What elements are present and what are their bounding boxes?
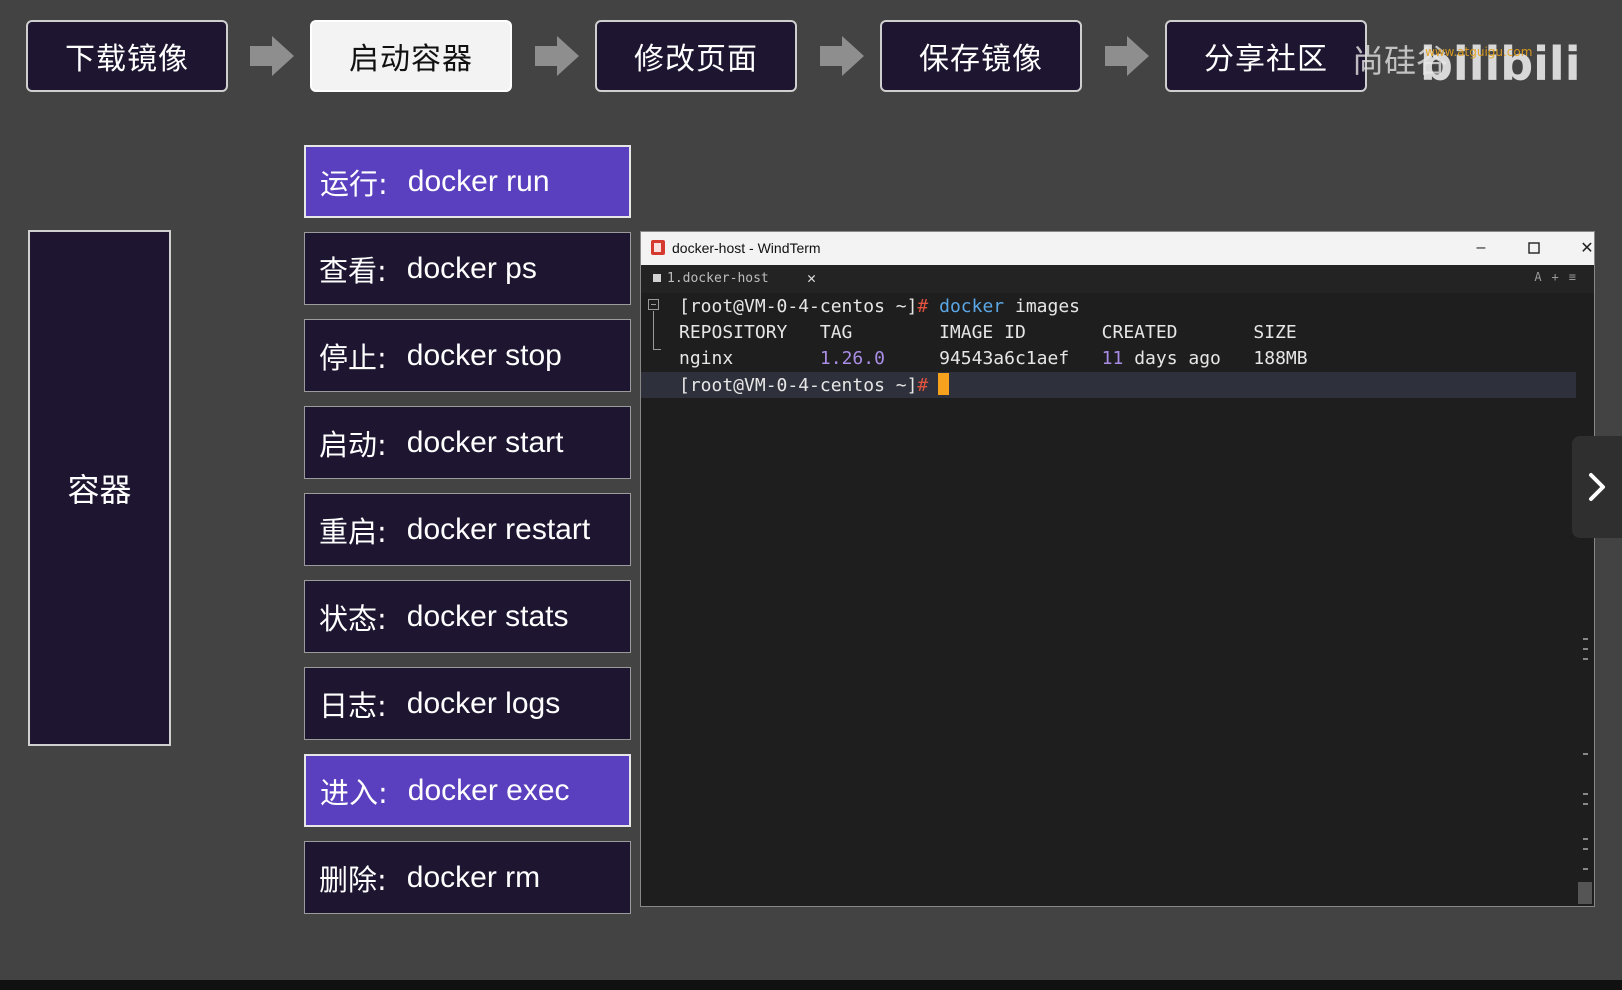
step-modify-page: 修改页面 [595, 20, 797, 92]
scroll-mark [1583, 868, 1588, 870]
step-save-image: 保存镜像 [880, 20, 1082, 92]
bottom-strip [0, 980, 1622, 990]
fold-guide [653, 311, 654, 349]
cmd-rm: 删除: docker rm [304, 841, 631, 914]
cmd-restart: 重启: docker restart [304, 493, 631, 566]
cmd-stop: 停止: docker stop [304, 319, 631, 392]
chevron-right-icon [1589, 473, 1605, 501]
next-slide-button[interactable] [1572, 436, 1622, 538]
scroll-mark [1583, 848, 1588, 850]
step-share-community: 分享社区 [1165, 20, 1367, 92]
scrollbar-thumb[interactable] [1578, 882, 1592, 904]
scroll-mark [1583, 648, 1588, 650]
arrow-right-icon [535, 36, 579, 76]
windterm-app-icon [651, 240, 665, 255]
table-header: REPOSITORY TAG IMAGE ID CREATED SIZE [679, 322, 1297, 343]
tab-close-icon[interactable]: ✕ [807, 269, 816, 287]
current-prompt-line[interactable]: [root@VM-0-4-centos ~]# [641, 372, 1576, 398]
scroll-mark [1583, 753, 1588, 755]
text-cursor [938, 373, 950, 395]
scroll-mark [1583, 838, 1588, 840]
cmd-ps: 查看: docker ps [304, 232, 631, 305]
svg-text:www.atguigu.com: www.atguigu.com [1425, 45, 1532, 59]
cmd-logs: 日志: docker logs [304, 667, 631, 740]
minimize-icon[interactable]: – [1461, 235, 1501, 261]
step-start-container: 启动容器 [310, 20, 512, 92]
terminal-output[interactable]: [root@VM-0-4-centos ~]# docker images RE… [641, 293, 1594, 906]
arrow-right-icon [820, 36, 864, 76]
cmd-stats: 状态: docker stats [304, 580, 631, 653]
tab-docker-host[interactable]: 1.docker-host [667, 271, 769, 286]
scroll-mark [1583, 638, 1588, 640]
bilibili-logo-icon: bilibili www.atguigu.com [1420, 37, 1580, 88]
step-download-image: 下载镜像 [26, 20, 228, 92]
cmd-exec: 进入: docker exec [304, 754, 631, 827]
arrow-right-icon [1105, 36, 1149, 76]
scroll-mark [1583, 803, 1588, 805]
fold-icon[interactable] [648, 299, 659, 310]
tab-tools[interactable]: A+≡ [1534, 270, 1586, 284]
fold-guide-end [653, 349, 661, 350]
cmd-start: 启动: docker start [304, 406, 631, 479]
scroll-mark [1583, 658, 1588, 660]
terminal-window[interactable]: docker-host - WindTerm – ✕ 1.docker-host… [640, 231, 1595, 907]
window-title: docker-host - WindTerm [672, 240, 821, 256]
tab-bar: 1.docker-host ✕ A+≡ [641, 265, 1594, 293]
title-bar[interactable]: docker-host - WindTerm – ✕ [641, 232, 1594, 265]
arrow-right-icon [250, 36, 294, 76]
cmd-run: 运行: docker run [304, 145, 631, 218]
maximize-icon[interactable] [1514, 235, 1554, 261]
close-icon[interactable]: ✕ [1567, 235, 1607, 261]
tab-status-icon [653, 274, 661, 282]
table-row: nginx 1.26.0 94543a6c1aef 11 days ago 18… [679, 348, 1308, 369]
command-line: [root@VM-0-4-centos ~]# docker images [679, 296, 1080, 317]
scroll-mark [1583, 793, 1588, 795]
container-panel: 容器 [28, 230, 171, 746]
container-label: 容器 [67, 471, 132, 509]
